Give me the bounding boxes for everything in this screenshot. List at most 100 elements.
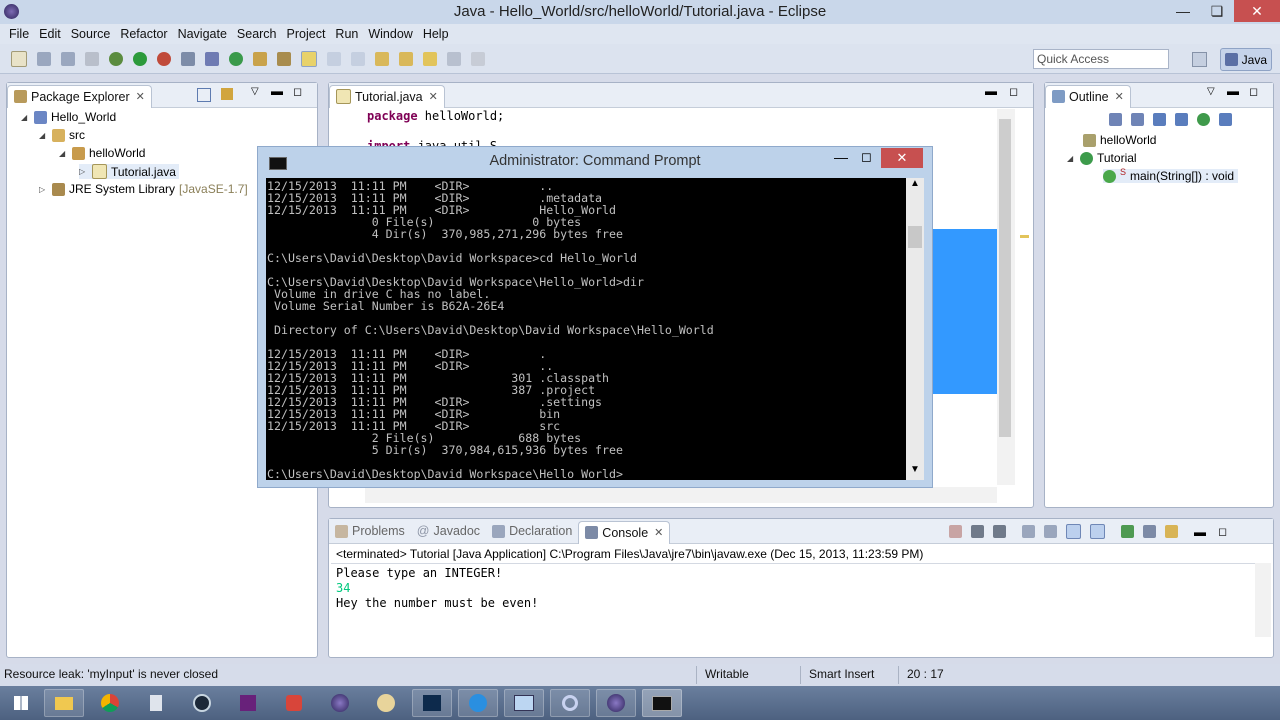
minimize-view-icon[interactable]: ▬ [1194, 525, 1206, 539]
view-menu-icon[interactable]: ▽ [1207, 86, 1215, 97]
command-prompt-window[interactable]: Administrator: Command Prompt — ◻ ✕ 12/1… [257, 146, 933, 488]
java-perspective-button[interactable]: Java [1220, 48, 1272, 71]
scrollbar-thumb[interactable] [999, 119, 1011, 437]
expanded-chevron-icon[interactable]: ◢ [1067, 154, 1077, 163]
scroll-up-icon[interactable]: ▲ [910, 178, 920, 189]
taskbar-app-red[interactable] [274, 689, 314, 717]
menu-file[interactable]: File [9, 27, 29, 41]
open-console-icon[interactable] [1165, 525, 1178, 538]
save-all-icon[interactable] [61, 51, 75, 66]
debug-icon[interactable] [109, 51, 123, 66]
cmd-scrollbar-thumb[interactable] [908, 226, 922, 248]
taskbar-internet-explorer[interactable] [458, 689, 498, 717]
collapse-all-icon[interactable] [197, 88, 211, 102]
taskbar-settings[interactable] [550, 689, 590, 717]
tab-problems[interactable]: Problems [329, 520, 411, 542]
hide-local-types-icon[interactable] [1219, 113, 1232, 126]
minimize-view-icon[interactable]: ▬ [1227, 84, 1239, 98]
search-icon[interactable] [277, 51, 291, 66]
minimize-view-icon[interactable]: ▬ [271, 84, 283, 98]
tab-outline[interactable]: Outline ✕ [1045, 84, 1131, 108]
next-annotation-icon[interactable] [375, 51, 389, 66]
console-scrollbar[interactable] [1255, 563, 1271, 637]
remove-all-terminated-icon[interactable] [993, 525, 1006, 538]
cmd-minimize-button[interactable]: — [834, 149, 848, 165]
link-with-editor-icon[interactable] [221, 88, 233, 100]
taskbar-file-explorer[interactable] [44, 689, 84, 717]
tree-item-tutorial-java[interactable]: ▷ Tutorial.java [79, 164, 179, 179]
maximize-view-icon[interactable]: ◻ [1218, 525, 1227, 538]
menu-navigate[interactable]: Navigate [178, 27, 227, 41]
hide-fields-icon[interactable] [1153, 113, 1166, 126]
expanded-chevron-icon[interactable]: ◢ [59, 149, 69, 158]
scroll-down-icon[interactable]: ▼ [910, 464, 920, 475]
outline-item-class[interactable]: ◢ Tutorial [1067, 151, 1137, 165]
taskbar-command-prompt[interactable] [642, 689, 682, 717]
hide-static-icon[interactable] [1175, 113, 1188, 126]
menu-project[interactable]: Project [287, 27, 326, 41]
maximize-view-icon[interactable]: ◻ [1009, 85, 1018, 98]
close-icon[interactable]: ✕ [136, 90, 145, 103]
new-java-project-icon[interactable] [205, 51, 219, 66]
tree-item-jre[interactable]: ▷ JRE System Library [JavaSE-1.7] [39, 182, 248, 196]
close-button[interactable]: ✕ [1234, 0, 1280, 22]
restore-button[interactable]: ❏ [1202, 0, 1232, 22]
vertical-scrollbar[interactable] [997, 109, 1015, 485]
outline-item-method[interactable]: S main(String[]) : void [1103, 167, 1239, 183]
maximize-view-icon[interactable]: ◻ [293, 85, 302, 98]
display-console-icon[interactable] [1143, 525, 1156, 538]
taskbar-eclipse[interactable] [320, 689, 360, 717]
cmd-close-button[interactable]: ✕ [881, 148, 923, 168]
menu-search[interactable]: Search [237, 27, 277, 41]
menu-edit[interactable]: Edit [39, 27, 61, 41]
collapsed-chevron-icon[interactable]: ▷ [39, 185, 49, 194]
taskbar-paint[interactable] [366, 689, 406, 717]
menu-help[interactable]: Help [423, 27, 449, 41]
minimize-button[interactable]: — [1168, 0, 1198, 22]
minimize-view-icon[interactable]: ▬ [985, 84, 997, 98]
taskbar-eclipse-running[interactable] [596, 689, 636, 717]
scroll-lock-icon[interactable] [1044, 525, 1057, 538]
pin-console-icon[interactable] [1121, 525, 1134, 538]
back-icon[interactable] [423, 51, 437, 66]
cmd-maximize-button[interactable]: ◻ [861, 149, 872, 165]
tree-item-src[interactable]: ◢ src [39, 128, 85, 142]
new-class-icon[interactable] [229, 51, 243, 66]
quick-access-input[interactable]: Quick Access [1033, 49, 1169, 69]
open-type-icon[interactable] [253, 51, 267, 66]
forward-icon[interactable] [447, 51, 461, 66]
outline-item-package[interactable]: helloWorld [1083, 133, 1156, 147]
maximize-view-icon[interactable]: ◻ [1249, 85, 1258, 98]
taskbar-visual-studio[interactable] [228, 689, 268, 717]
collapsed-chevron-icon[interactable]: ▷ [79, 167, 89, 176]
expanded-chevron-icon[interactable]: ◢ [21, 113, 31, 122]
toggle-mark-occurrences-icon[interactable] [301, 50, 317, 67]
menu-run[interactable]: Run [335, 27, 358, 41]
taskbar-steam[interactable] [182, 689, 222, 717]
menu-refactor[interactable]: Refactor [120, 27, 167, 41]
remove-launch-icon[interactable] [971, 525, 984, 538]
warning-marker[interactable] [1020, 235, 1029, 238]
taskbar-chrome[interactable] [90, 689, 130, 717]
new-icon[interactable] [11, 50, 27, 67]
tab-tutorial-java[interactable]: Tutorial.java ✕ [329, 84, 445, 108]
print-icon[interactable] [85, 51, 99, 66]
close-icon[interactable]: ✕ [654, 526, 663, 539]
taskbar-remote-desktop[interactable] [504, 689, 544, 717]
coverage-icon[interactable] [157, 51, 171, 66]
start-button[interactable] [0, 689, 42, 717]
save-icon[interactable] [37, 51, 51, 66]
show-on-stdout-icon[interactable] [1066, 524, 1081, 539]
show-whitespace-icon[interactable] [351, 51, 365, 66]
run-icon[interactable] [133, 51, 147, 66]
cmd-scrollbar[interactable]: ▲ ▼ [906, 178, 924, 480]
expanded-chevron-icon[interactable]: ◢ [39, 131, 49, 140]
hide-non-public-icon[interactable] [1197, 113, 1210, 126]
block-selection-icon[interactable] [327, 51, 341, 66]
menu-source[interactable]: Source [71, 27, 111, 41]
sort-icon[interactable] [1131, 113, 1144, 126]
console-output[interactable]: Please type an INTEGER! 34 Hey the numbe… [331, 563, 1255, 638]
open-perspective-icon[interactable] [1192, 52, 1207, 67]
pin-editor-icon[interactable] [471, 51, 485, 66]
terminate-icon[interactable] [949, 525, 962, 538]
